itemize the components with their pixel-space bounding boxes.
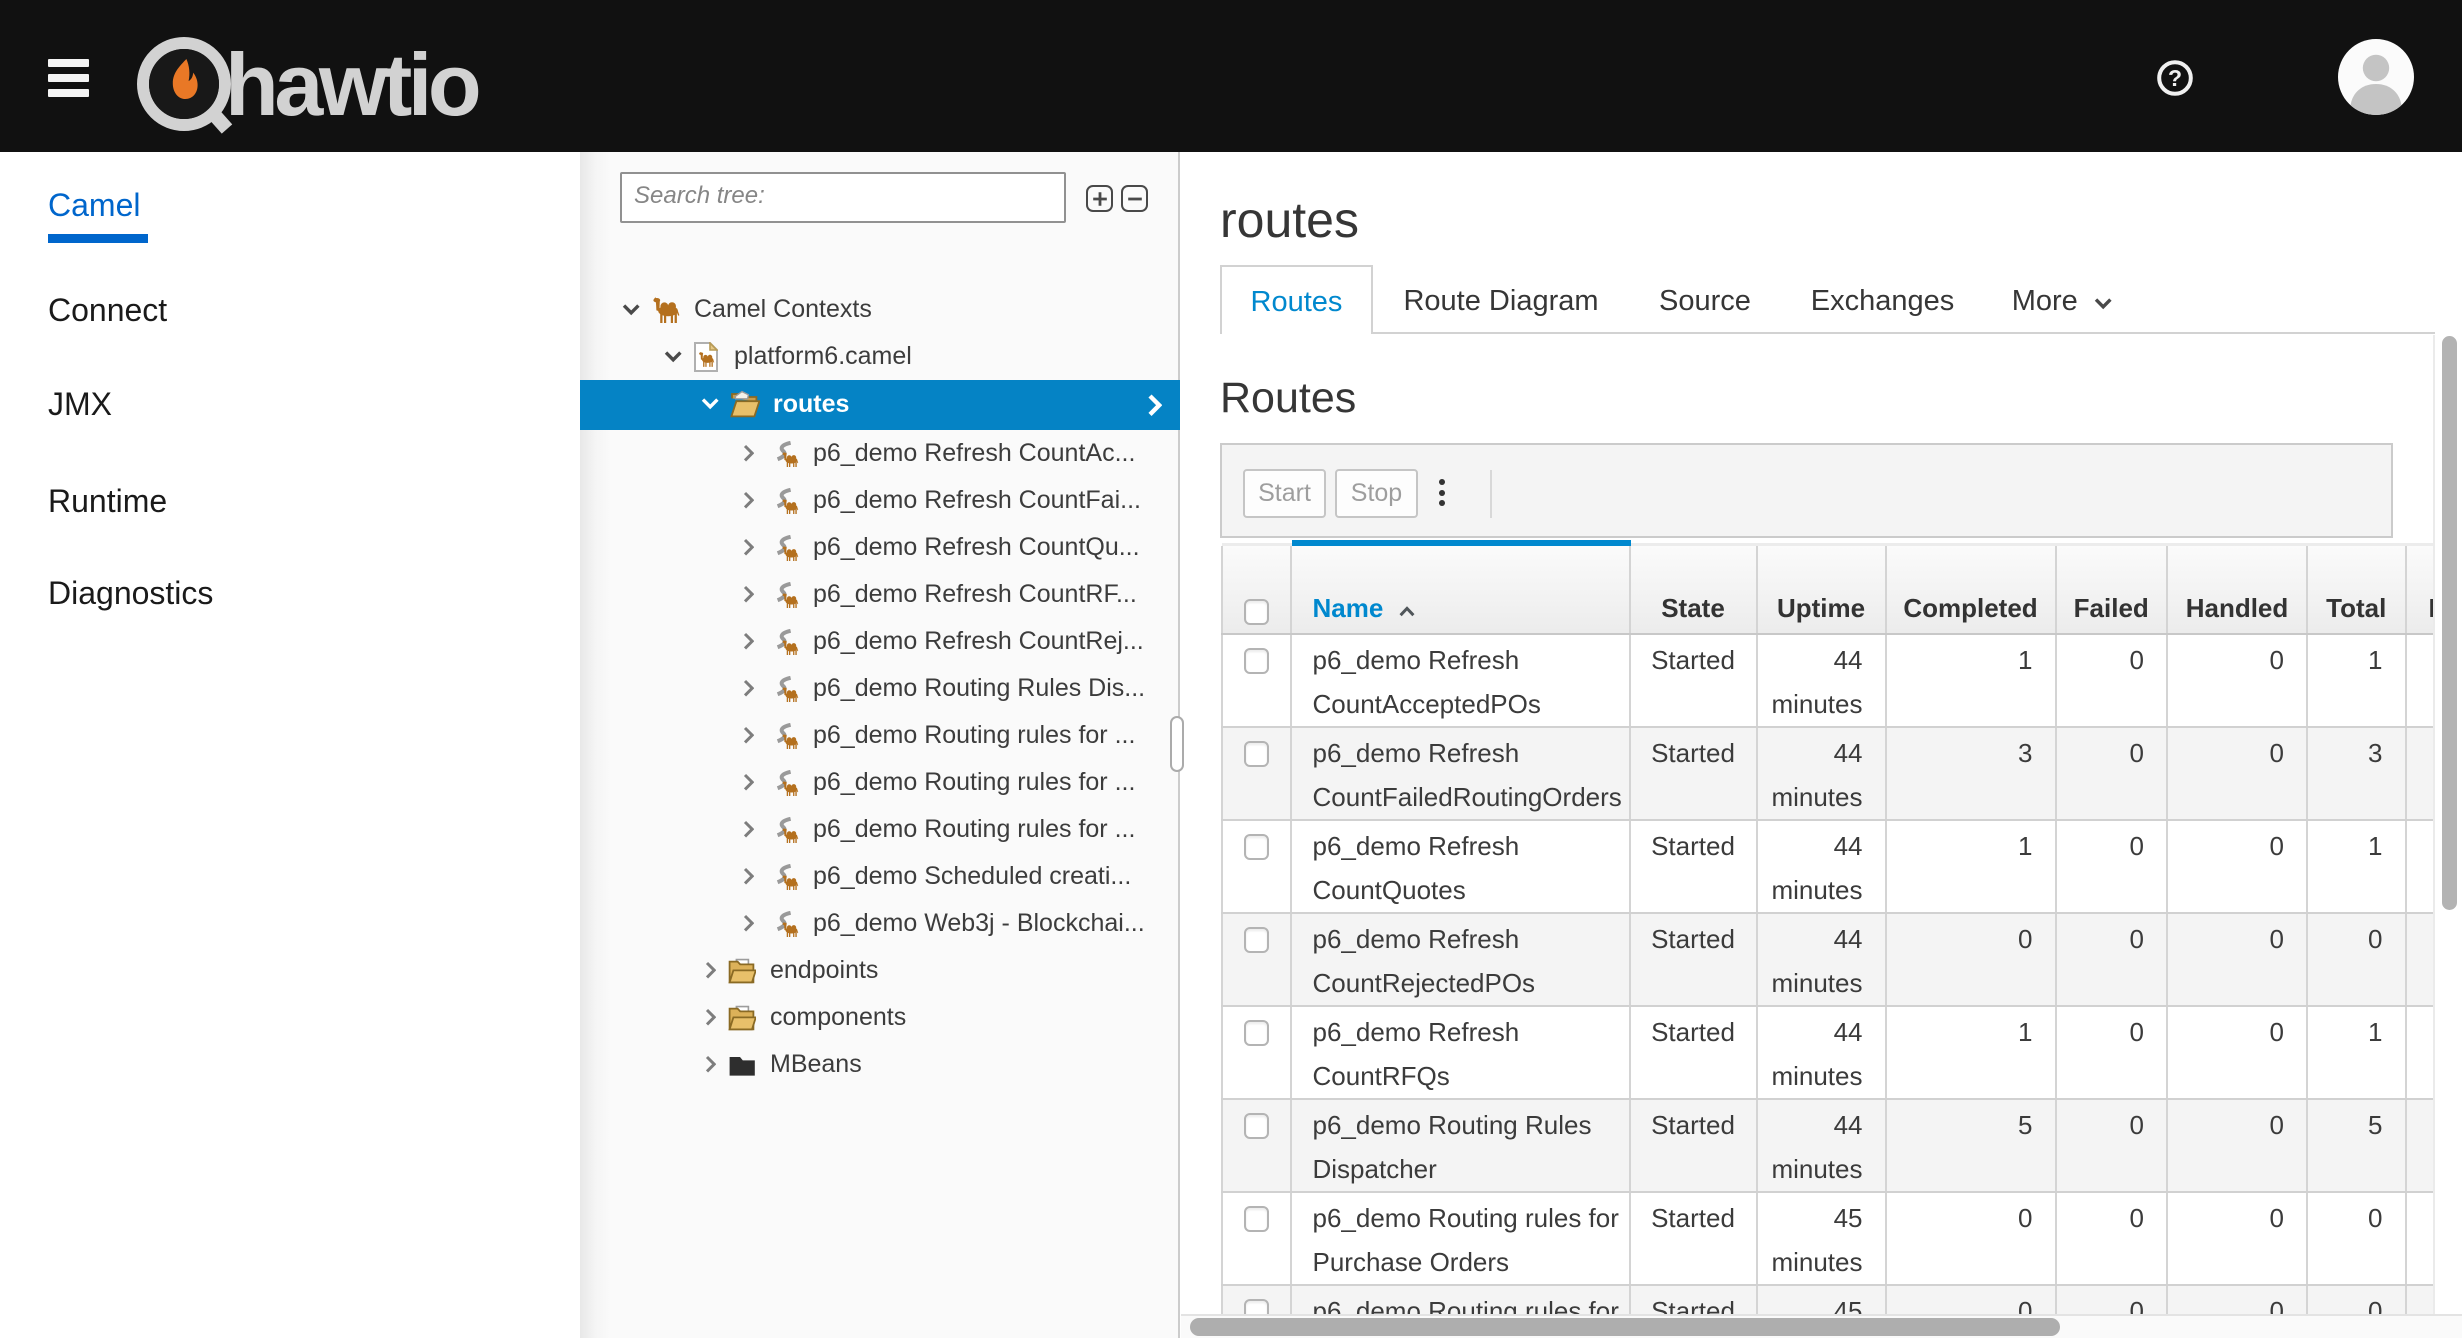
svg-text:?: ? <box>2168 65 2182 91</box>
svg-text:hawtio: hawtio <box>225 35 479 134</box>
